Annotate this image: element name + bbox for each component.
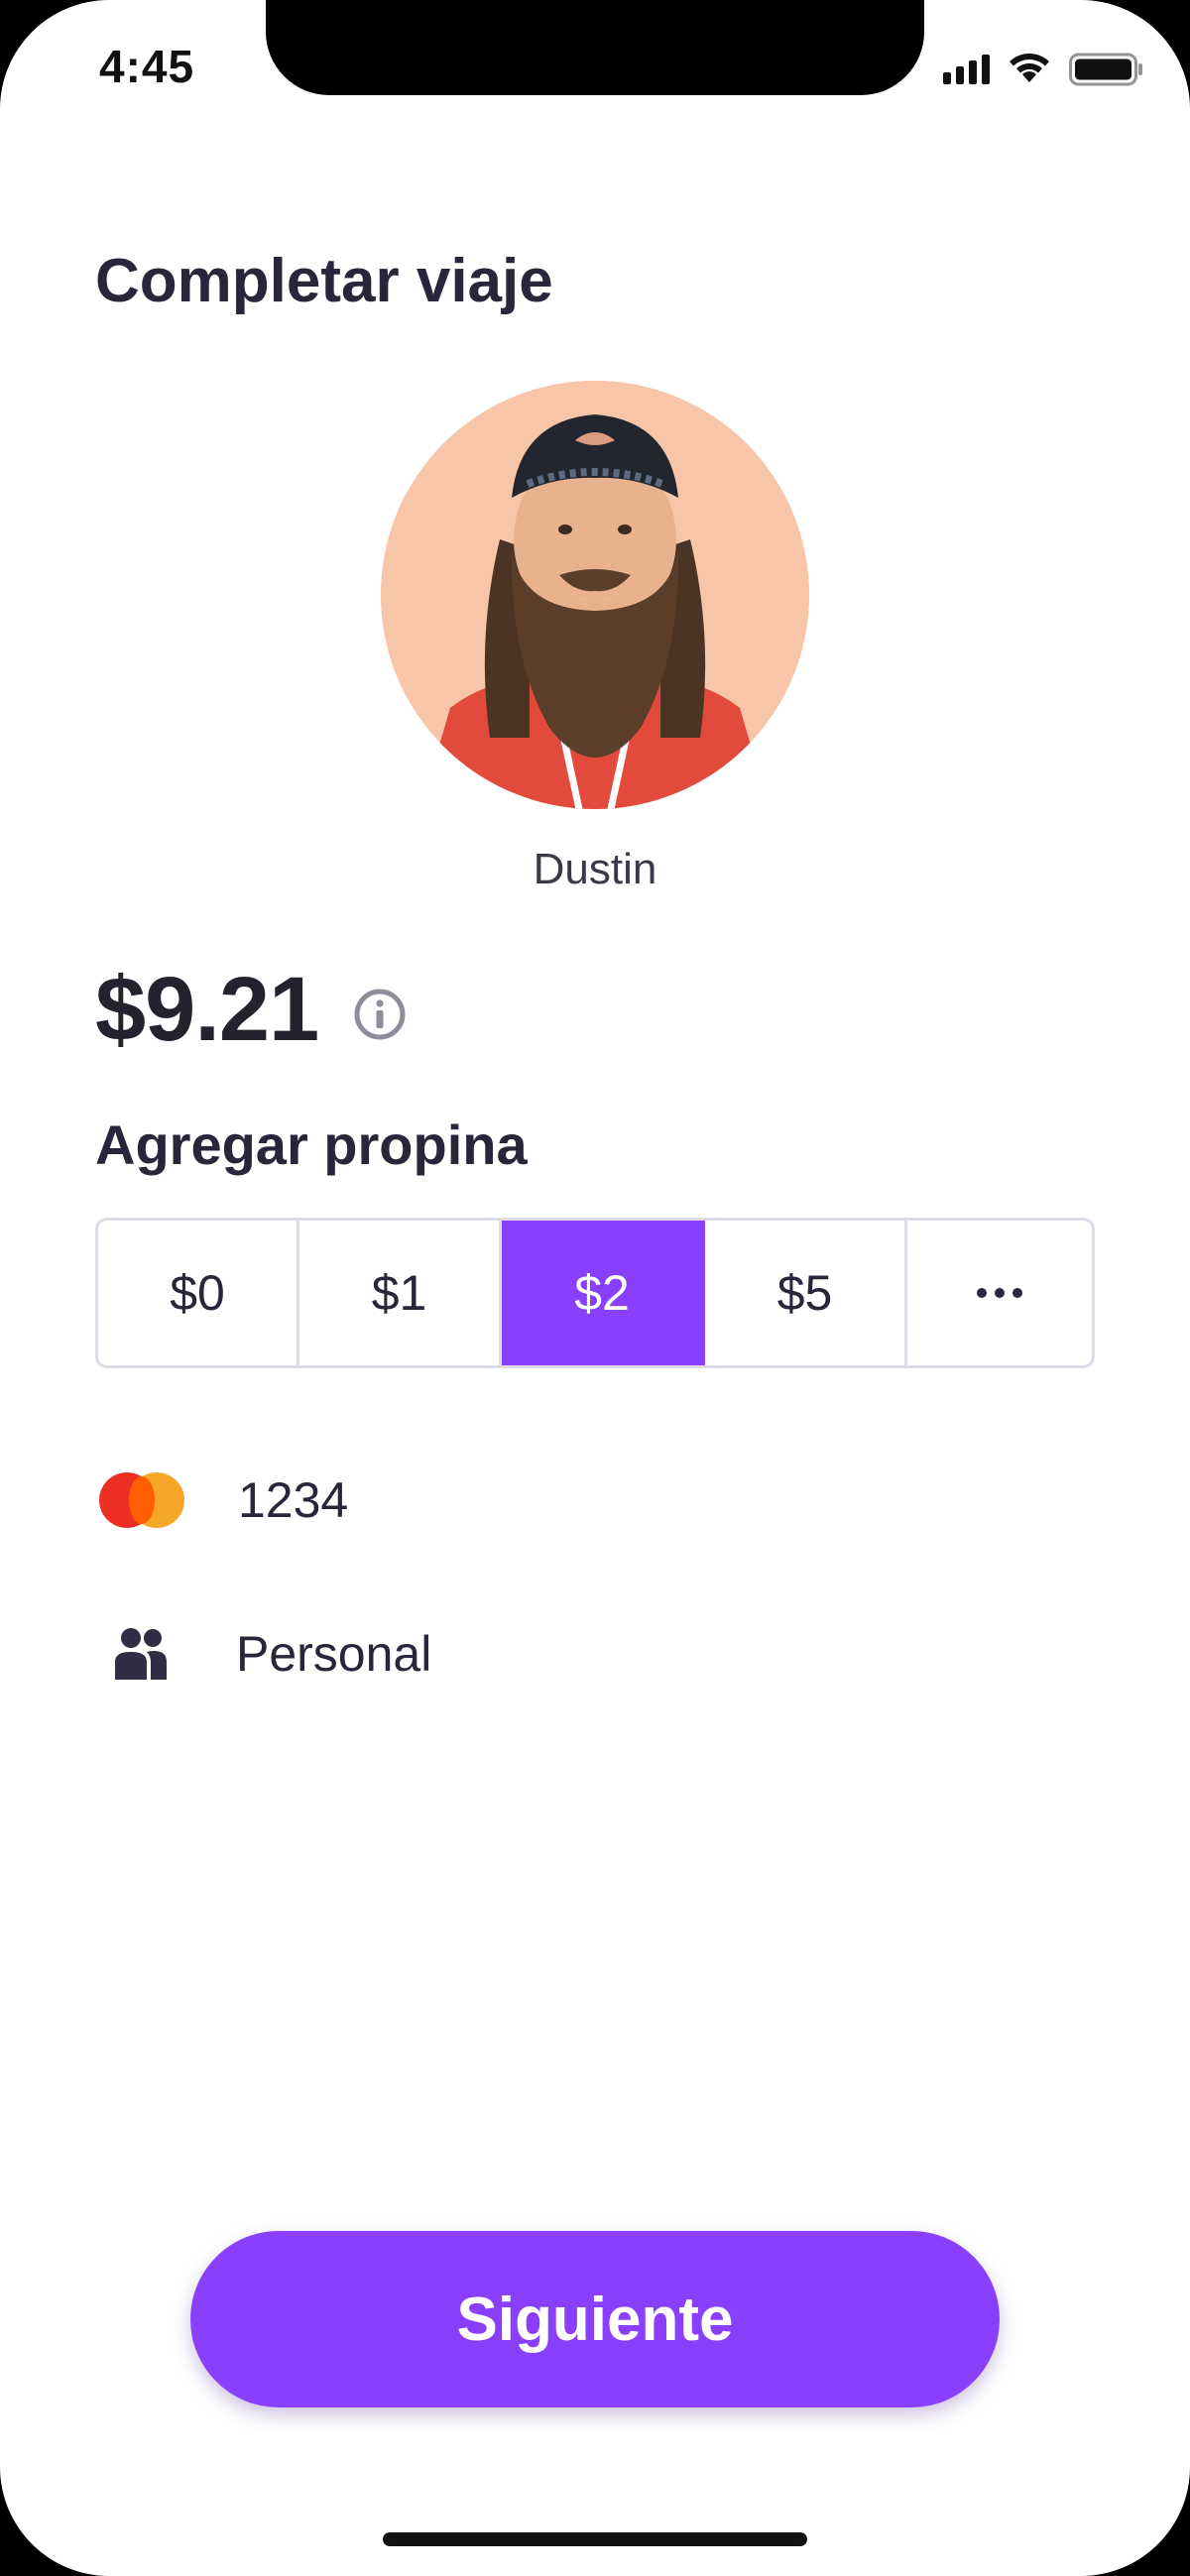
tip-option-5[interactable]: $5 (705, 1221, 907, 1365)
tip-option-label: $1 (371, 1265, 427, 1321)
home-indicator[interactable] (383, 2532, 807, 2546)
tip-option-2[interactable]: $2 (502, 1221, 705, 1365)
profile-row[interactable]: Personal (99, 1622, 431, 1686)
payment-method-row[interactable]: 1234 (99, 1471, 348, 1529)
next-button[interactable]: Siguiente (190, 2231, 1000, 2407)
card-last4: 1234 (238, 1472, 349, 1528)
profile-label: Personal (236, 1626, 432, 1682)
tip-option-more[interactable] (907, 1221, 1092, 1365)
tip-heading: Agregar propina (95, 1113, 528, 1176)
fare-amount: $9.21 (95, 959, 319, 1060)
cellular-signal-icon (943, 55, 990, 84)
phone-screen: 4:45 Completar viaje Dustin $9.21 Agrega… (0, 0, 1190, 2576)
device-notch (266, 0, 924, 95)
wifi-icon (1010, 54, 1049, 82)
tip-option-0[interactable]: $0 (98, 1221, 299, 1365)
tip-option-label: $5 (776, 1265, 833, 1321)
people-icon (115, 1628, 167, 1680)
driver-name: Dustin (533, 845, 657, 893)
more-dots-icon (977, 1288, 1022, 1298)
driver-photo (381, 381, 809, 809)
info-icon[interactable] (353, 988, 407, 1041)
tip-option-label: $0 (170, 1265, 225, 1321)
status-time: 4:45 (99, 41, 195, 92)
driver-avatar (381, 381, 809, 809)
mastercard-icon (99, 1472, 184, 1528)
battery-icon (1069, 53, 1142, 86)
tip-options: $0 $1 $2 $5 (95, 1218, 1095, 1368)
tip-option-1[interactable]: $1 (299, 1221, 502, 1365)
page-title: Completar viaje (95, 247, 553, 315)
tip-option-label: $2 (574, 1265, 630, 1321)
status-icons (943, 52, 1144, 87)
